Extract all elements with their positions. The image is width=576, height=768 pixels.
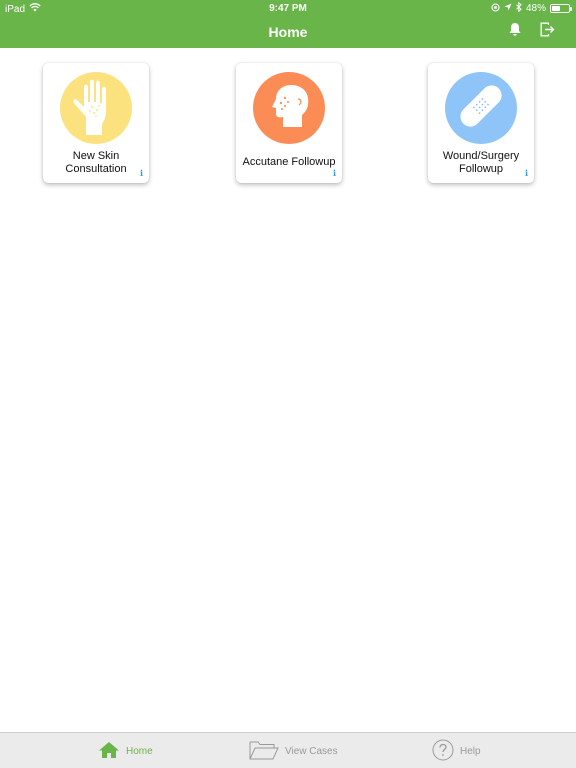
tab-bar: Home View Cases Help [0, 732, 576, 768]
home-icon [98, 741, 120, 762]
hand-icon [68, 77, 124, 140]
tile-icon-circle [253, 72, 325, 144]
tile-label: Wound/Surgery Followup [442, 149, 520, 175]
tile-icon-circle [60, 72, 132, 144]
folder-icon [249, 740, 279, 763]
tile-label: Accutane Followup [242, 156, 336, 168]
info-icon[interactable]: i [333, 168, 336, 178]
tile-icon-circle [445, 72, 517, 144]
page-title: Home [268, 24, 308, 40]
battery-icon [550, 4, 572, 13]
tile-new-skin-consultation[interactable]: New Skin Consultation i [43, 63, 149, 183]
battery-percent: 48% [525, 3, 546, 14]
info-icon[interactable]: i [525, 168, 528, 178]
case-type-grid: New Skin Consultation i Accutane Followu… [0, 63, 576, 185]
logout-button[interactable] [538, 22, 556, 42]
help-icon [432, 739, 454, 764]
orientation-lock-icon [491, 2, 500, 15]
status-bar: iPad 9:47 PM 48% [0, 0, 576, 16]
tab-label: View Cases [285, 745, 338, 757]
nav-actions [506, 22, 556, 42]
bluetooth-icon [516, 1, 522, 15]
tab-label: Help [460, 745, 481, 757]
info-icon[interactable]: i [140, 168, 143, 178]
tab-home[interactable]: Home [98, 733, 153, 768]
bell-icon [508, 22, 522, 42]
tab-view-cases[interactable]: View Cases [249, 733, 338, 768]
face-profile-icon [264, 81, 314, 136]
tab-help[interactable]: Help [432, 733, 481, 768]
nav-bar: Home [0, 16, 576, 48]
bandage-icon [452, 77, 510, 140]
tile-wound-surgery-followup[interactable]: Wound/Surgery Followup i [428, 63, 534, 183]
tab-label: Home [126, 745, 153, 757]
battery-fill [552, 6, 560, 11]
notifications-button[interactable] [506, 23, 524, 41]
logout-icon [540, 22, 555, 42]
tile-label: New Skin Consultation [65, 149, 127, 175]
tile-accutane-followup[interactable]: Accutane Followup i [236, 63, 342, 183]
location-arrow-icon [504, 3, 512, 14]
status-time: 9:47 PM [269, 3, 307, 14]
status-right: 48% [491, 1, 572, 15]
